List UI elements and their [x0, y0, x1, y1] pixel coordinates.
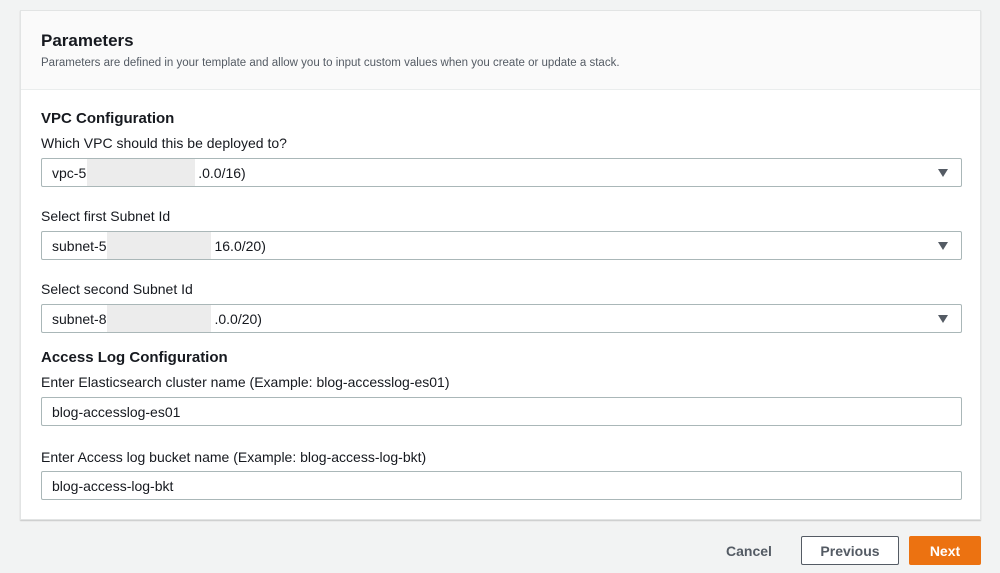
- vpc-configuration-title: VPC Configuration: [41, 110, 175, 127]
- cancel-button[interactable]: Cancel: [716, 536, 782, 565]
- redacted-block: [107, 305, 212, 332]
- second-subnet-label: Select second Subnet Id: [41, 281, 193, 297]
- previous-button[interactable]: Previous: [801, 536, 899, 565]
- first-subnet-label: Select first Subnet Id: [41, 208, 171, 224]
- es-cluster-name-input[interactable]: [41, 397, 962, 426]
- vpc-value-suffix: .0.0/16): [198, 164, 246, 181]
- second-subnet-value-suffix: .0.0/20): [214, 310, 262, 327]
- caret-down-icon: [938, 169, 948, 177]
- parameters-panel: Parameters Parameters are defined in you…: [20, 10, 981, 520]
- vpc-label: Which VPC should this be deployed to?: [41, 135, 287, 151]
- redacted-block: [107, 232, 212, 259]
- first-subnet-value-suffix: 16.0/20): [214, 237, 266, 254]
- vpc-select-value: vpc-5 .0.0/16): [52, 159, 246, 186]
- access-log-configuration-title: Access Log Configuration: [41, 349, 228, 366]
- parameters-header: Parameters Parameters are defined in you…: [21, 11, 980, 90]
- second-subnet-value-prefix: subnet-8: [52, 310, 107, 327]
- next-button[interactable]: Next: [909, 536, 981, 565]
- vpc-value-prefix: vpc-5: [52, 164, 87, 181]
- caret-down-icon: [938, 242, 948, 250]
- parameters-title: Parameters: [41, 31, 134, 50]
- second-subnet-select[interactable]: subnet-8 .0.0/20): [41, 304, 962, 333]
- caret-down-icon: [938, 315, 948, 323]
- redacted-block: [87, 159, 196, 186]
- parameters-description: Parameters are defined in your template …: [41, 57, 620, 69]
- first-subnet-value-prefix: subnet-5: [52, 237, 107, 254]
- second-subnet-select-value: subnet-8 .0.0/20): [52, 305, 262, 332]
- bucket-label: Enter Access log bucket name (Example: b…: [41, 449, 427, 465]
- vpc-select[interactable]: vpc-5 .0.0/16): [41, 158, 962, 187]
- first-subnet-select-value: subnet-5 16.0/20): [52, 232, 266, 259]
- es-cluster-label: Enter Elasticsearch cluster name (Exampl…: [41, 374, 450, 390]
- bucket-name-input[interactable]: [41, 471, 962, 500]
- first-subnet-select[interactable]: subnet-5 16.0/20): [41, 231, 962, 260]
